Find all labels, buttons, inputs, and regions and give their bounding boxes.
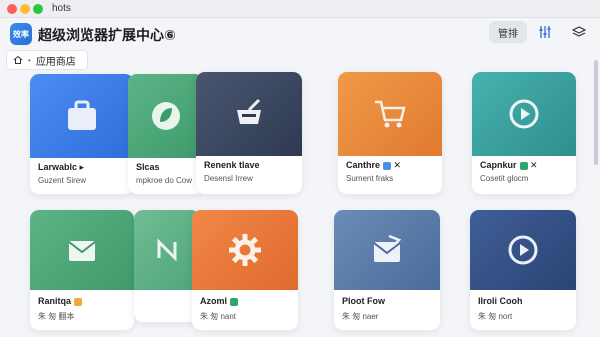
scrollbar[interactable] [594, 60, 598, 165]
extension-thumbnail [334, 210, 440, 290]
gear-icon [229, 234, 261, 266]
extension-card[interactable]: Azoml 朱 匆 nant [192, 210, 298, 330]
extension-thumbnail [192, 210, 298, 290]
star-badge-icon [74, 297, 83, 306]
play-icon [509, 99, 539, 129]
extension-thumbnail [128, 74, 204, 158]
extension-card[interactable]: Renenk tlave Desensl Irrew [196, 72, 302, 194]
extension-card[interactable]: Capnkur ✕ Cosetit glocm [472, 72, 576, 194]
extension-thumbnail [472, 72, 576, 156]
extension-name: Larwablc ▸ [38, 162, 85, 172]
extension-card[interactable]: Ranitqa 朱 匆 翻本 [30, 210, 134, 330]
extension-name: Renenk tlave [204, 160, 260, 170]
extension-subtitle: 朱 匆 翻本 [38, 312, 75, 321]
extension-card[interactable] [134, 210, 200, 322]
verified-badge-icon [519, 161, 528, 170]
extension-thumbnail [134, 210, 200, 290]
extension-thumbnail [196, 72, 302, 156]
extension-subtitle: Desensl Irrew [204, 174, 253, 183]
extension-subtitle: 朱 匆 nant [200, 312, 237, 321]
extension-card[interactable]: Ploot Fow 朱 匆 naer [334, 210, 440, 330]
envelope-icon [68, 241, 96, 261]
extension-name: Azoml [200, 296, 238, 306]
extension-thumbnail [30, 74, 134, 158]
play-icon [508, 235, 538, 265]
extension-thumbnail [30, 210, 134, 290]
extension-card[interactable]: Ilroli Cooh 朱 匆 nort [470, 210, 576, 330]
extension-card[interactable]: Slcas mpkroe do Cow [128, 74, 204, 194]
extension-subtitle: Guzent Sirew [38, 176, 87, 185]
extension-name: Ploot Fow [342, 296, 386, 306]
extension-thumbnail [338, 72, 442, 156]
leaf-icon [152, 102, 180, 130]
extension-grid: Larwablc ▸ Guzent Sirew Slcas mpkroe do … [0, 0, 600, 337]
extension-subtitle: 朱 匆 nort [478, 312, 513, 321]
extension-card[interactable]: Canthre ✕ Sument fraks [338, 72, 442, 194]
extension-thumbnail [470, 210, 576, 290]
extension-subtitle: mpkroe do Cow [136, 176, 193, 185]
extension-name: Ilroli Cooh [478, 296, 523, 306]
info-badge-icon [383, 161, 392, 170]
app-window: hots 效率 超级浏览器扩展中心⑥ ⌄ 管排 • 应用商店 Larwablc … [0, 0, 600, 337]
extension-card[interactable]: Larwablc ▸ Guzent Sirew [30, 74, 134, 194]
extension-name: Ranitqa [38, 296, 83, 306]
extension-name: Capnkur ✕ [480, 160, 538, 170]
extension-subtitle: Cosetit glocm [480, 174, 529, 183]
send-mail-icon [373, 234, 402, 262]
n-letter-icon [157, 238, 177, 262]
mortar-icon [237, 98, 261, 124]
extension-name: Slcas [136, 162, 160, 172]
extension-subtitle: Sument fraks [346, 174, 394, 183]
extension-name: Canthre ✕ [346, 160, 402, 170]
shopping-cart-icon [375, 100, 406, 128]
extension-subtitle: 朱 匆 naer [342, 312, 379, 321]
briefcase-icon [68, 100, 96, 130]
verified-badge-icon [230, 297, 238, 306]
